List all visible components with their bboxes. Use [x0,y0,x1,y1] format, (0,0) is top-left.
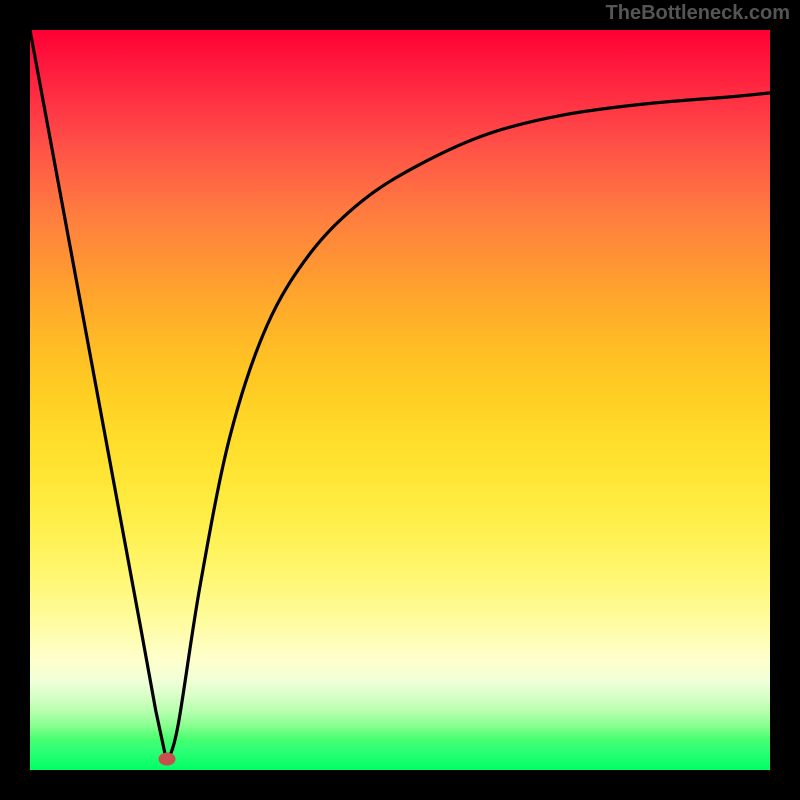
optimal-point-marker [158,752,175,765]
plot-area [30,30,770,770]
attribution-text: TheBottleneck.com [606,2,790,25]
bottleneck-curve [30,30,770,763]
chart-container: TheBottleneck.com [0,0,800,800]
curve-svg [30,30,770,770]
